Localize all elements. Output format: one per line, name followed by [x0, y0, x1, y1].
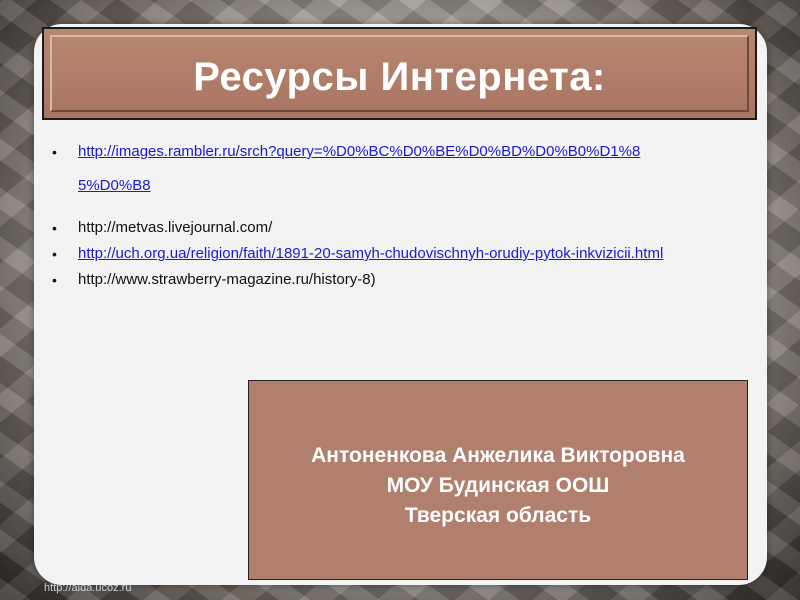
list-item: • http://images.rambler.ru/srch?query=%D…: [48, 142, 760, 210]
author-school: МОУ Будинская ООШ: [386, 474, 610, 497]
link-line-1: http://images.rambler.ru/srch?query=%D0%…: [78, 143, 641, 160]
link-uch-org-ua[interactable]: http://uch.org.ua/religion/faith/1891-20…: [78, 245, 663, 262]
text-metvas-livejournal: http://metvas.livejournal.com/: [78, 219, 273, 236]
resource-list: • http://images.rambler.ru/srch?query=%D…: [48, 142, 760, 290]
bullet-icon: •: [52, 220, 57, 236]
title-banner: Ресурсы Интернета:: [42, 27, 757, 120]
text-strawberry-magazine: http://www.strawberry-magazine.ru/histor…: [78, 271, 376, 288]
list-item: • http://uch.org.ua/religion/faith/1891-…: [48, 244, 760, 264]
author-region: Тверская область: [404, 504, 592, 527]
list-item: • http://www.strawberry-magazine.ru/hist…: [48, 270, 760, 290]
link-line-2: 5%D0%B8: [78, 177, 151, 194]
author-box: Антоненкова Анжелика Викторовна МОУ Буди…: [248, 380, 748, 580]
page-title: Ресурсы Интернета:: [193, 55, 606, 99]
bullet-icon: •: [52, 144, 57, 160]
bullet-icon: •: [52, 246, 57, 262]
footer-url: http://aida.ucoz.ru: [44, 582, 132, 594]
bullet-icon: •: [52, 272, 57, 288]
list-item: • http://metvas.livejournal.com/: [48, 218, 760, 238]
link-rambler-images[interactable]: http://images.rambler.ru/srch?query=%D0%…: [78, 143, 760, 196]
author-name: Антоненкова Анжелика Викторовна: [311, 444, 685, 467]
